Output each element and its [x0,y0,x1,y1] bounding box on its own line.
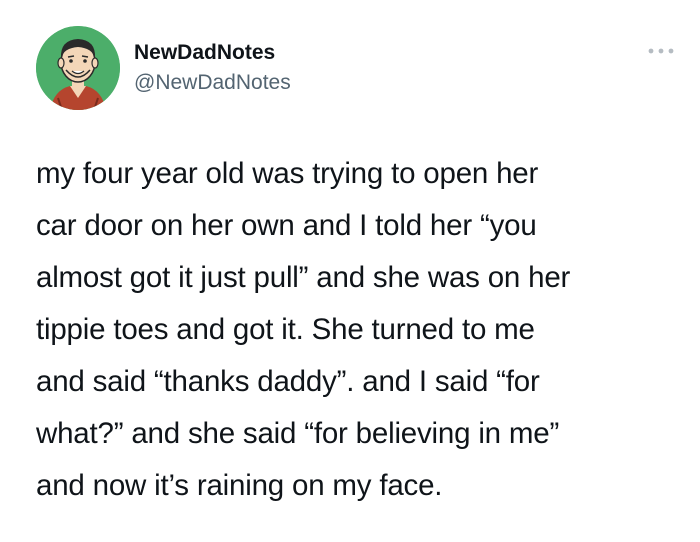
tweet-header: NewDadNotes @NewDadNotes [36,26,676,110]
tweet-text-line: and said “thanks daddy”. and I said “for [36,365,540,398]
tweet-text-line: my four year old was trying to open her [36,157,539,190]
tweet-card: NewDadNotes @NewDadNotes my four year ol… [0,0,700,542]
cartoon-man-avatar-icon[interactable] [36,26,120,110]
tweet-text-line: almost got it just pull” and she was on … [36,261,571,294]
author-names: NewDadNotes @NewDadNotes [134,40,291,96]
tweet-text: my four year old was trying to open her … [36,148,686,512]
tweet-text-line: and now it’s raining on my face. [36,469,443,502]
tweet-text-line: car door on her own and I told her “you [36,209,537,242]
more-options-icon[interactable] [646,44,676,58]
author-display-name[interactable]: NewDadNotes [134,40,291,66]
author-handle[interactable]: @NewDadNotes [134,70,291,96]
tweet-text-line: what?” and she said “for believing in me… [36,417,560,450]
tweet-text-line: tippie toes and got it. She turned to me [36,313,535,346]
